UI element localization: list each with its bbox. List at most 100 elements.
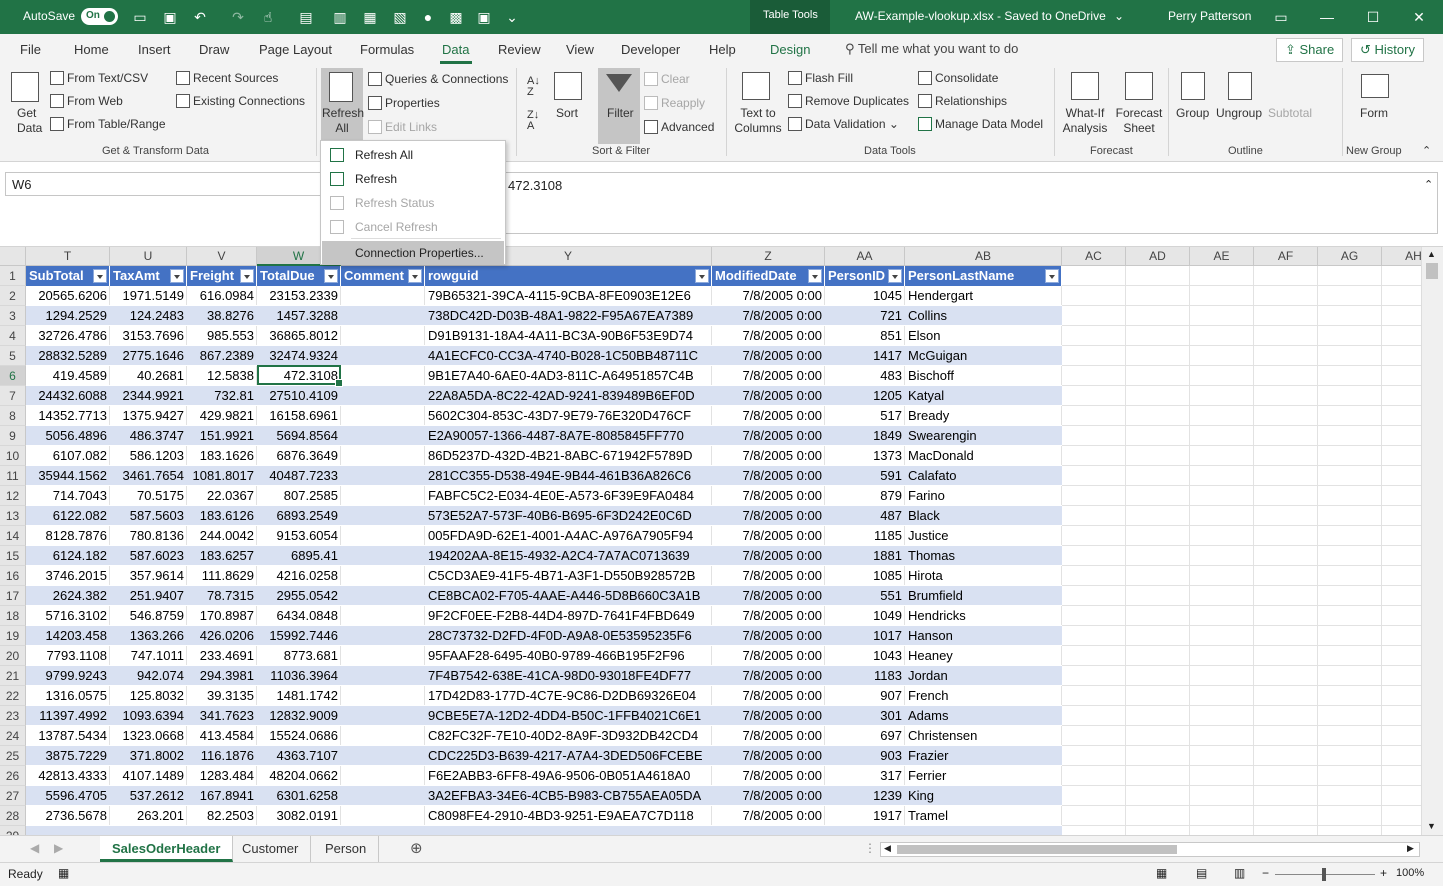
- table-cell[interactable]: 1049: [825, 606, 905, 626]
- tab-formulas[interactable]: Formulas: [360, 42, 414, 57]
- table-cell[interactable]: [110, 826, 187, 835]
- table-cell[interactable]: 1323.0668: [110, 726, 187, 746]
- user-name[interactable]: Perry Patterson: [1168, 9, 1251, 23]
- table-cell[interactable]: [257, 826, 341, 835]
- filter-dropdown-icon[interactable]: [1045, 269, 1059, 283]
- table-cell[interactable]: 15992.7446: [257, 626, 341, 646]
- table-cell[interactable]: 1457.3288: [257, 306, 341, 326]
- row-header[interactable]: 20: [0, 646, 26, 666]
- table-cell[interactable]: 419.4589: [26, 366, 110, 386]
- table-cell[interactable]: 7793.1108: [26, 646, 110, 666]
- document-title[interactable]: AW-Example-vlookup.xlsx - Saved to OneDr…: [855, 9, 1106, 23]
- table-cell[interactable]: 13787.5434: [26, 726, 110, 746]
- tell-me-search[interactable]: ⚲ Tell me what you want to do: [845, 41, 1018, 57]
- tab-draw[interactable]: Draw: [199, 42, 229, 57]
- table-cell[interactable]: 1043: [825, 646, 905, 666]
- table-cell[interactable]: Thomas: [905, 546, 1062, 566]
- table-cell[interactable]: [341, 806, 425, 826]
- table-cell[interactable]: [341, 626, 425, 646]
- table-cell[interactable]: 7/8/2005 0:00: [712, 506, 825, 526]
- table-cell[interactable]: [341, 346, 425, 366]
- form-button[interactable]: Form: [1354, 70, 1396, 142]
- redo-icon[interactable]: ↷: [228, 7, 248, 27]
- table-cell[interactable]: 7/8/2005 0:00: [712, 666, 825, 686]
- table-header-cell[interactable]: Comment: [341, 266, 425, 286]
- ribbon-display-icon[interactable]: ▭: [1258, 0, 1304, 34]
- table-cell[interactable]: 244.0042: [187, 526, 257, 546]
- table-cell[interactable]: 1481.1742: [257, 686, 341, 706]
- table-cell[interactable]: 747.1011: [110, 646, 187, 666]
- table-cell[interactable]: 341.7623: [187, 706, 257, 726]
- dropdown-item-refresh-status[interactable]: Refresh Status: [322, 191, 504, 215]
- table-cell[interactable]: 17D42D83-177D-4C7E-9C86-D2DB69326E04: [425, 686, 712, 706]
- table-cell[interactable]: 11397.4992: [26, 706, 110, 726]
- table-cell[interactable]: 9F2CF0EE-F2B8-44D4-897D-7641F4FBD649: [425, 606, 712, 626]
- sheet-tab-customer[interactable]: Customer: [230, 836, 312, 862]
- table-cell[interactable]: 111.8629: [187, 566, 257, 586]
- tab-page-layout[interactable]: Page Layout: [259, 42, 332, 57]
- edit-links-button[interactable]: Edit Links: [368, 120, 437, 134]
- sort-ascending-button[interactable]: A↓ Z: [527, 76, 540, 98]
- table-cell[interactable]: [341, 606, 425, 626]
- table-cell[interactable]: 1239: [825, 786, 905, 806]
- row-header[interactable]: 8: [0, 406, 26, 426]
- zoom-slider-thumb[interactable]: [1322, 868, 1326, 881]
- table-cell[interactable]: 9153.6054: [257, 526, 341, 546]
- tab-view[interactable]: View: [566, 42, 594, 57]
- column-header[interactable]: AA: [825, 247, 905, 266]
- dropdown-item-cancel-refresh[interactable]: Cancel Refresh: [322, 215, 504, 239]
- sheet-tab-person[interactable]: Person: [313, 836, 380, 862]
- row-header[interactable]: 12: [0, 486, 26, 506]
- select-all-corner[interactable]: [0, 247, 26, 266]
- recent-sources-button[interactable]: Recent Sources: [176, 71, 278, 85]
- table-cell[interactable]: [341, 366, 425, 386]
- table-cell[interactable]: 6107.082: [26, 446, 110, 466]
- table-cell[interactable]: 78.7315: [187, 586, 257, 606]
- table-cell[interactable]: MacDonald: [905, 446, 1062, 466]
- table-cell[interactable]: 8773.681: [257, 646, 341, 666]
- table-cell[interactable]: 738DC42D-D03B-48A1-9822-F95A67EA7389: [425, 306, 712, 326]
- table-cell[interactable]: 483: [825, 366, 905, 386]
- table-cell[interactable]: 32474.9324: [257, 346, 341, 366]
- scroll-left-icon[interactable]: ◀: [884, 843, 891, 854]
- table-cell[interactable]: 1417: [825, 346, 905, 366]
- table-cell[interactable]: [341, 486, 425, 506]
- table-cell[interactable]: [341, 786, 425, 806]
- filter-dropdown-icon[interactable]: [93, 269, 107, 283]
- data-validation-button[interactable]: Data Validation ⌄: [788, 117, 899, 131]
- table-cell[interactable]: 12.5838: [187, 366, 257, 386]
- table-cell[interactable]: 116.1876: [187, 746, 257, 766]
- table-cell[interactable]: 14352.7713: [26, 406, 110, 426]
- table-cell[interactable]: [341, 306, 425, 326]
- table-cell[interactable]: [341, 746, 425, 766]
- row-header[interactable]: 24: [0, 726, 26, 746]
- table-cell[interactable]: 35944.1562: [26, 466, 110, 486]
- table-cell[interactable]: Christensen: [905, 726, 1062, 746]
- table-cell[interactable]: 301: [825, 706, 905, 726]
- table-cell[interactable]: 780.8136: [110, 526, 187, 546]
- table-cell[interactable]: 9799.9243: [26, 666, 110, 686]
- history-button[interactable]: ↺ History: [1351, 38, 1424, 62]
- row-header[interactable]: 13: [0, 506, 26, 526]
- table-cell[interactable]: Adams: [905, 706, 1062, 726]
- table-cell[interactable]: 616.0984: [187, 286, 257, 306]
- tab-help[interactable]: Help: [709, 42, 736, 57]
- table-cell[interactable]: 907: [825, 686, 905, 706]
- table-cell[interactable]: 3153.7696: [110, 326, 187, 346]
- sort-descending-button[interactable]: Z↓ A: [527, 110, 539, 132]
- column-header[interactable]: AD: [1126, 247, 1190, 266]
- table-cell[interactable]: 6124.182: [26, 546, 110, 566]
- refresh-all-button[interactable]: Refresh All: [321, 68, 364, 144]
- table-cell[interactable]: 879: [825, 486, 905, 506]
- table-cell[interactable]: 6434.0848: [257, 606, 341, 626]
- row-header[interactable]: 2: [0, 286, 26, 306]
- row-header[interactable]: 11: [0, 466, 26, 486]
- dropdown-item-connection-properties[interactable]: Connection Properties...: [322, 241, 504, 265]
- table-cell[interactable]: 281CC355-D538-494E-9B44-461B36A826C6: [425, 466, 712, 486]
- filter-dropdown-icon[interactable]: [808, 269, 822, 283]
- record-macro-icon[interactable]: ●: [418, 7, 438, 27]
- table-cell[interactable]: 263.201: [110, 806, 187, 826]
- name-box[interactable]: W6: [5, 172, 323, 196]
- table-cell[interactable]: French: [905, 686, 1062, 706]
- customize-toolbar-icon[interactable]: ⌄: [502, 7, 522, 27]
